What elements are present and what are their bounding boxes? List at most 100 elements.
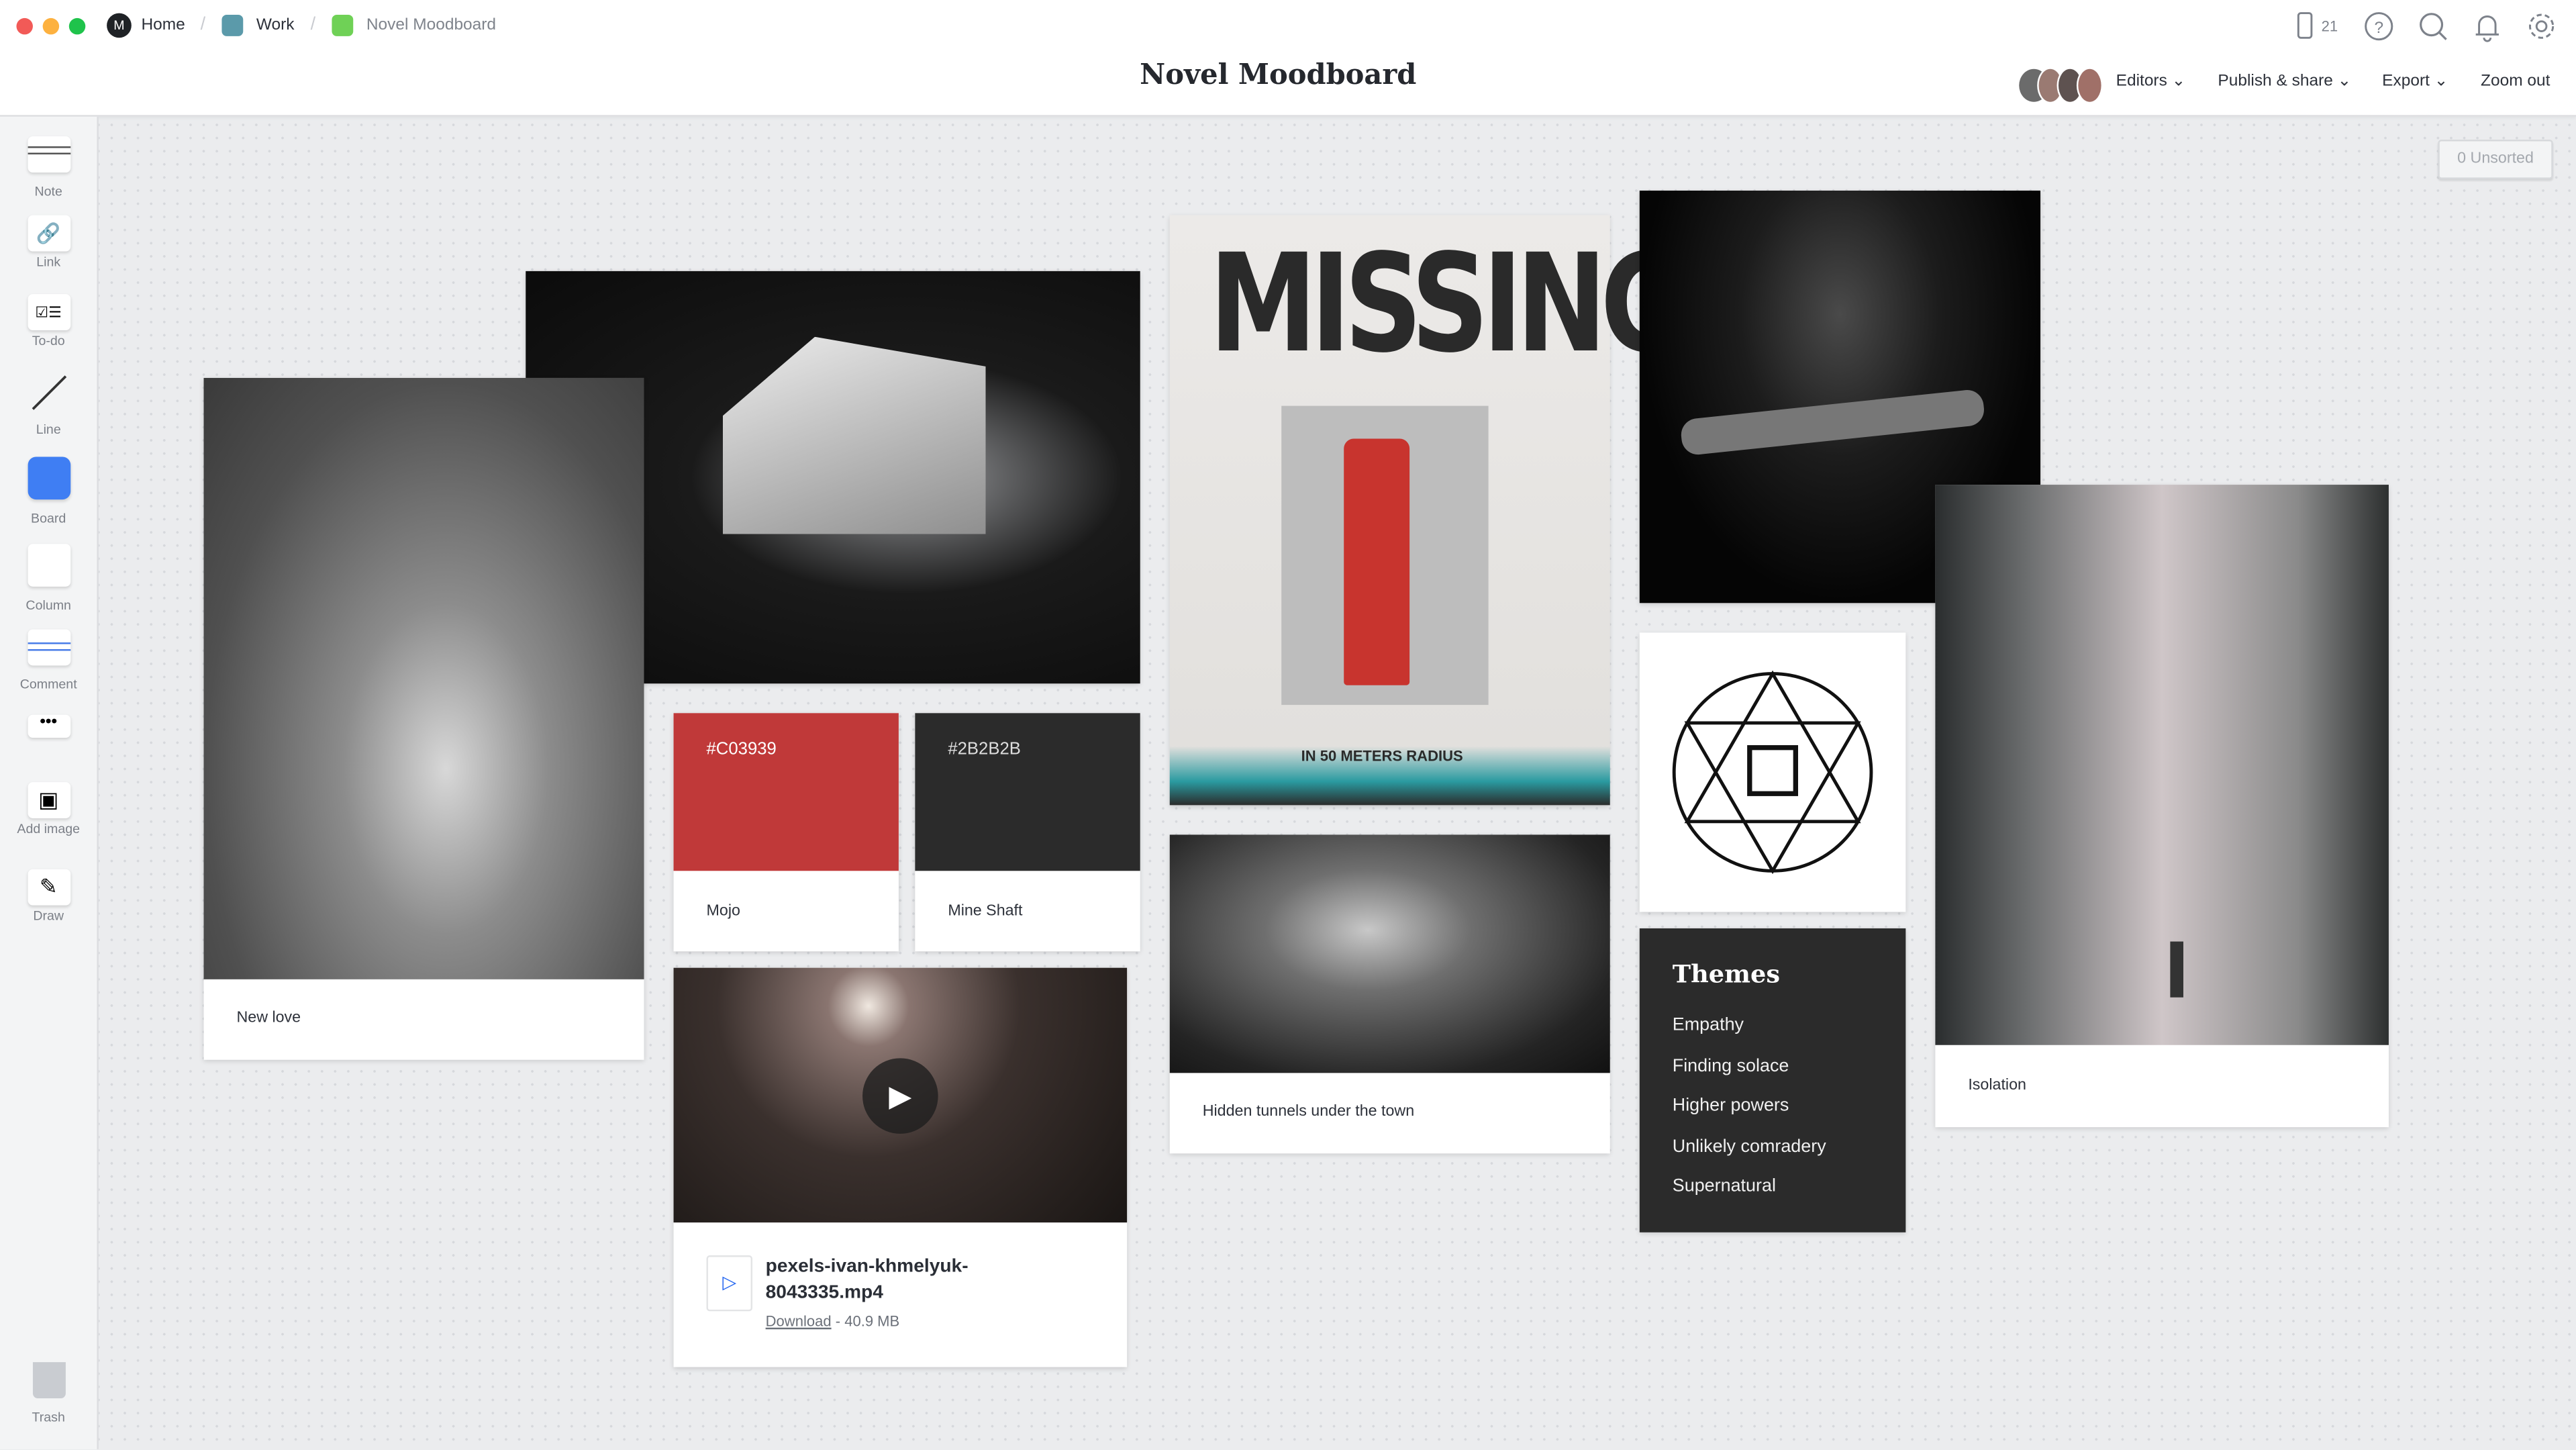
theme-item: Empathy — [1672, 1015, 1744, 1036]
tool-label: Column — [26, 597, 71, 613]
red-figure — [1344, 438, 1410, 685]
tool-sidebar: Note 🔗 Link ☑☰ To-do Line Board Column Com… — [0, 116, 99, 1449]
trash[interactable]: Trash — [0, 1362, 97, 1424]
export-menu[interactable]: Export ⌄ — [2382, 72, 2448, 91]
minimize-window-button[interactable] — [42, 17, 60, 35]
tool-label: Board — [31, 511, 66, 526]
tool-add-image[interactable]: ▣ Add image — [0, 782, 97, 836]
chevron-down-icon: ⌄ — [2337, 72, 2352, 91]
settings-gear-icon[interactable] — [2525, 10, 2558, 43]
unsorted-button[interactable]: 0 Unsorted — [2438, 140, 2553, 179]
video-file-icon: ▷ — [706, 1255, 753, 1312]
card-caption: New love — [236, 1008, 301, 1027]
svg-text:?: ? — [2374, 19, 2383, 37]
device-count: 21 — [2321, 17, 2338, 35]
swatch-color — [673, 713, 899, 871]
note-icon — [27, 136, 70, 173]
publish-share-menu[interactable]: Publish & share ⌄ — [2218, 72, 2351, 91]
publish-label: Publish & share — [2218, 72, 2333, 91]
color-swatch-mine-shaft[interactable]: #2B2B2B Mine Shaft — [915, 713, 1140, 952]
comment-icon — [27, 629, 70, 666]
help-icon[interactable]: ? — [2363, 10, 2395, 43]
theme-item: Finding solace — [1672, 1056, 1789, 1077]
breadcrumb-separator: / — [200, 15, 206, 35]
notifications-bell-icon[interactable] — [2471, 10, 2504, 43]
top-bar: M Home / Work / Novel Moodboard Novel Mo… — [0, 0, 2576, 117]
swatch-name: Mojo — [706, 902, 740, 920]
play-icon[interactable]: ▶ — [862, 1058, 938, 1134]
tool-board[interactable]: Board — [0, 456, 97, 526]
editors-label: Editors — [2116, 72, 2167, 91]
theme-item: Unlikely comradery — [1672, 1137, 1826, 1157]
forest-image — [1169, 834, 1610, 1073]
editors-menu[interactable]: Editors ⌄ — [2116, 72, 2186, 91]
image-card-hidden-tunnels[interactable]: Hidden tunnels under the town — [1169, 834, 1610, 1154]
swatch-name: Mine Shaft — [948, 902, 1023, 920]
poster-headline: MISSING — [1209, 225, 1689, 383]
todo-icon: ☑☰ — [27, 294, 70, 330]
tool-line[interactable]: Line — [0, 371, 97, 437]
tool-label: Draw — [33, 908, 64, 924]
maximize-window-button[interactable] — [68, 17, 86, 35]
tool-label: Comment — [19, 677, 77, 692]
breadcrumb-separator: / — [310, 15, 316, 35]
tool-comment[interactable]: Comment — [0, 629, 97, 691]
link-icon: 🔗 — [27, 215, 70, 252]
export-label: Export — [2382, 72, 2430, 91]
trash-icon — [32, 1362, 65, 1398]
themes-title: Themes — [1672, 959, 1781, 989]
video-file-card[interactable]: ▶ ▷ pexels-ivan-khmelyuk-8043335.mp4 Dow… — [673, 967, 1128, 1367]
missing-poster-image-card[interactable]: MISSING IN 50 METERS RADIUS — [1169, 215, 1689, 806]
image-card-new-love[interactable]: New love — [203, 377, 644, 1060]
themes-note[interactable]: Themes Empathy Finding solace Higher pow… — [1639, 928, 1906, 1232]
avatar — [2076, 67, 2103, 104]
column-icon — [27, 544, 70, 587]
devices-button[interactable]: 21 — [2293, 10, 2342, 43]
file-size: - 40.9 MB — [831, 1312, 900, 1330]
swatch-hex: #C03939 — [706, 739, 777, 759]
more-tools-button[interactable]: ••• — [0, 705, 97, 738]
moodboard-icon — [332, 15, 354, 36]
lone-figure — [2170, 941, 2183, 998]
theme-item: Supernatural — [1672, 1176, 1776, 1196]
tool-label: To-do — [32, 333, 65, 348]
work-board-icon — [221, 15, 244, 36]
video-filename: pexels-ivan-khmelyuk-8043335.mp4 — [765, 1257, 969, 1304]
hands-image — [203, 377, 644, 979]
more-icon: ••• — [27, 714, 70, 738]
milanote-logo-icon[interactable]: M — [107, 13, 132, 38]
tool-note[interactable]: Note — [0, 136, 97, 199]
breadcrumb-work[interactable]: Work — [256, 16, 295, 34]
tool-link[interactable]: 🔗 Link — [0, 215, 97, 269]
scribble-mark — [1679, 388, 1986, 456]
editor-avatars[interactable] — [2017, 67, 2110, 104]
card-caption: Hidden tunnels under the town — [1202, 1102, 1415, 1121]
tool-column[interactable]: Column — [0, 544, 97, 613]
tool-label: Add image — [17, 821, 81, 836]
color-swatch-mojo[interactable]: #C03939 Mojo — [673, 713, 899, 952]
poster-footer: IN 50 METERS RADIUS — [1301, 747, 1463, 765]
search-icon[interactable] — [2417, 10, 2450, 43]
hexagram-seal-icon — [1672, 670, 1873, 875]
image-icon: ▣ — [27, 782, 70, 818]
pencil-icon: ✎ — [27, 869, 70, 906]
theme-item: Higher powers — [1672, 1096, 1789, 1116]
download-link[interactable]: Download — [766, 1313, 832, 1329]
zoom-out-button[interactable]: Zoom out — [2481, 72, 2550, 91]
breadcrumb-home[interactable]: Home — [142, 16, 185, 34]
video-thumbnail: ▶ — [673, 967, 1128, 1223]
poster-photo — [1281, 405, 1489, 706]
tool-draw[interactable]: ✎ Draw — [0, 869, 97, 924]
image-card-isolation[interactable]: Isolation — [1935, 485, 2389, 1128]
line-icon — [27, 371, 70, 422]
swatch-hex: #2B2B2B — [948, 739, 1021, 759]
foggy-forest-image — [1935, 485, 2389, 1045]
swatch-color — [915, 713, 1140, 871]
close-window-button[interactable] — [16, 17, 33, 35]
tool-todo[interactable]: ☑☰ To-do — [0, 294, 97, 348]
chevron-down-icon: ⌄ — [2434, 72, 2448, 91]
tool-label: Line — [36, 422, 61, 438]
tool-label: Note — [34, 184, 62, 199]
breadcrumb-current: Novel Moodboard — [366, 16, 497, 35]
occult-symbol-image-card[interactable] — [1639, 632, 1906, 912]
